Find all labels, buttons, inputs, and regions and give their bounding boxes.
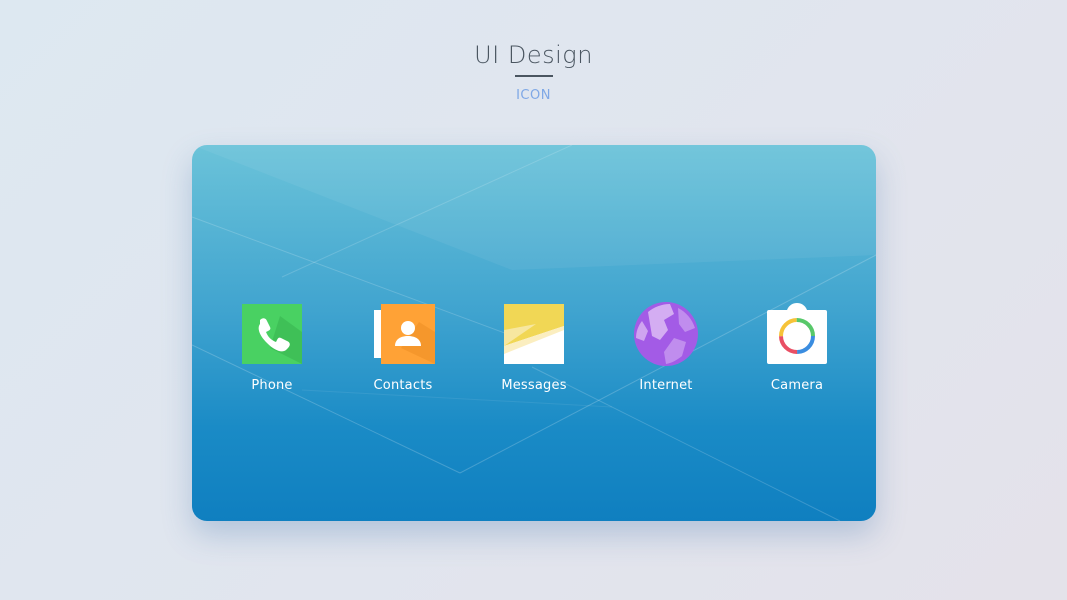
app-label-contacts: Contacts bbox=[373, 378, 433, 393]
page-header: UI Design ICON bbox=[0, 40, 1067, 103]
title-divider bbox=[514, 75, 553, 77]
app-camera[interactable]: Camera bbox=[742, 302, 852, 393]
messages-icon bbox=[502, 302, 566, 366]
app-phone[interactable]: Phone bbox=[217, 302, 327, 393]
app-label-internet: Internet bbox=[639, 378, 693, 393]
app-label-phone: Phone bbox=[251, 378, 293, 393]
home-screen-card: Phone Contacts Messages Internet Camera bbox=[192, 145, 876, 521]
page-subtitle: ICON bbox=[516, 88, 551, 103]
contacts-icon bbox=[371, 302, 435, 366]
app-contacts[interactable]: Contacts bbox=[348, 302, 458, 393]
internet-icon bbox=[634, 302, 698, 366]
phone-icon bbox=[240, 302, 304, 366]
app-messages[interactable]: Messages bbox=[479, 302, 589, 393]
app-label-messages: Messages bbox=[501, 378, 567, 393]
camera-icon bbox=[765, 302, 829, 366]
app-label-camera: Camera bbox=[770, 378, 824, 393]
app-internet[interactable]: Internet bbox=[611, 302, 721, 393]
page-title: UI Design bbox=[474, 41, 593, 69]
